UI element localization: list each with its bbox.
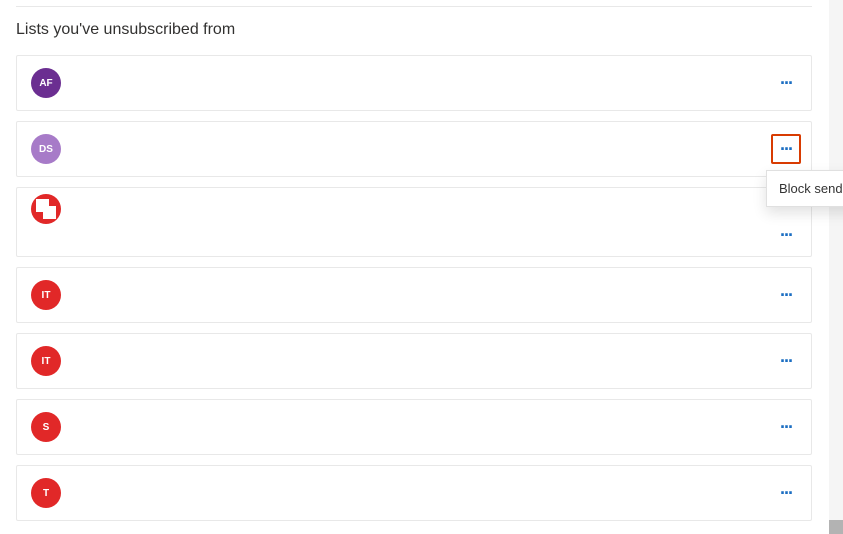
flipboard-icon <box>31 194 61 224</box>
list-item: AF ··· <box>16 55 812 111</box>
list-item: T ··· <box>16 465 812 521</box>
more-actions-button[interactable]: ··· <box>771 220 801 250</box>
more-actions-button[interactable]: ··· <box>771 478 801 508</box>
scrollbar-thumb[interactable] <box>829 520 843 534</box>
avatar: DS <box>31 134 61 164</box>
ellipsis-icon: ··· <box>780 352 792 370</box>
avatar: IT <box>31 346 61 376</box>
ellipsis-icon: ··· <box>780 226 792 244</box>
list-item: ··· <box>16 187 812 257</box>
more-actions-button[interactable]: ··· <box>771 280 801 310</box>
list-item: DS ··· <box>16 121 812 177</box>
more-actions-button[interactable]: ··· <box>771 134 801 164</box>
ellipsis-icon: ··· <box>780 140 792 158</box>
sender-row[interactable]: DS ··· <box>16 121 812 177</box>
sender-row[interactable]: S ··· <box>16 399 812 455</box>
list-item: IT ··· <box>16 267 812 323</box>
avatar: AF <box>31 68 61 98</box>
ellipsis-icon: ··· <box>780 286 792 304</box>
context-menu: Block sender <box>766 170 843 207</box>
ellipsis-icon: ··· <box>780 74 792 92</box>
avatar: S <box>31 412 61 442</box>
more-actions-button[interactable]: ··· <box>771 346 801 376</box>
sender-row[interactable]: AF ··· <box>16 55 812 111</box>
ellipsis-icon: ··· <box>780 418 792 436</box>
avatar: IT <box>31 280 61 310</box>
sender-row[interactable]: IT ··· <box>16 267 812 323</box>
scrollbar-track[interactable] <box>829 0 843 534</box>
menu-item-block-sender[interactable]: Block sender <box>779 181 843 196</box>
divider <box>16 6 812 7</box>
sender-row[interactable]: ··· <box>16 187 812 257</box>
sender-row[interactable]: IT ··· <box>16 333 812 389</box>
list-item: S ··· <box>16 399 812 455</box>
more-actions-button[interactable]: ··· <box>771 412 801 442</box>
list-item: IT ··· <box>16 333 812 389</box>
ellipsis-icon: ··· <box>780 484 792 502</box>
section-title: Lists you've unsubscribed from <box>16 21 812 39</box>
sender-row[interactable]: T ··· <box>16 465 812 521</box>
unsubscribed-list: AF ··· DS ··· ··· IT ··· IT ··· S ··· T ··· <box>16 55 812 521</box>
avatar: T <box>31 478 61 508</box>
more-actions-button[interactable]: ··· <box>771 68 801 98</box>
